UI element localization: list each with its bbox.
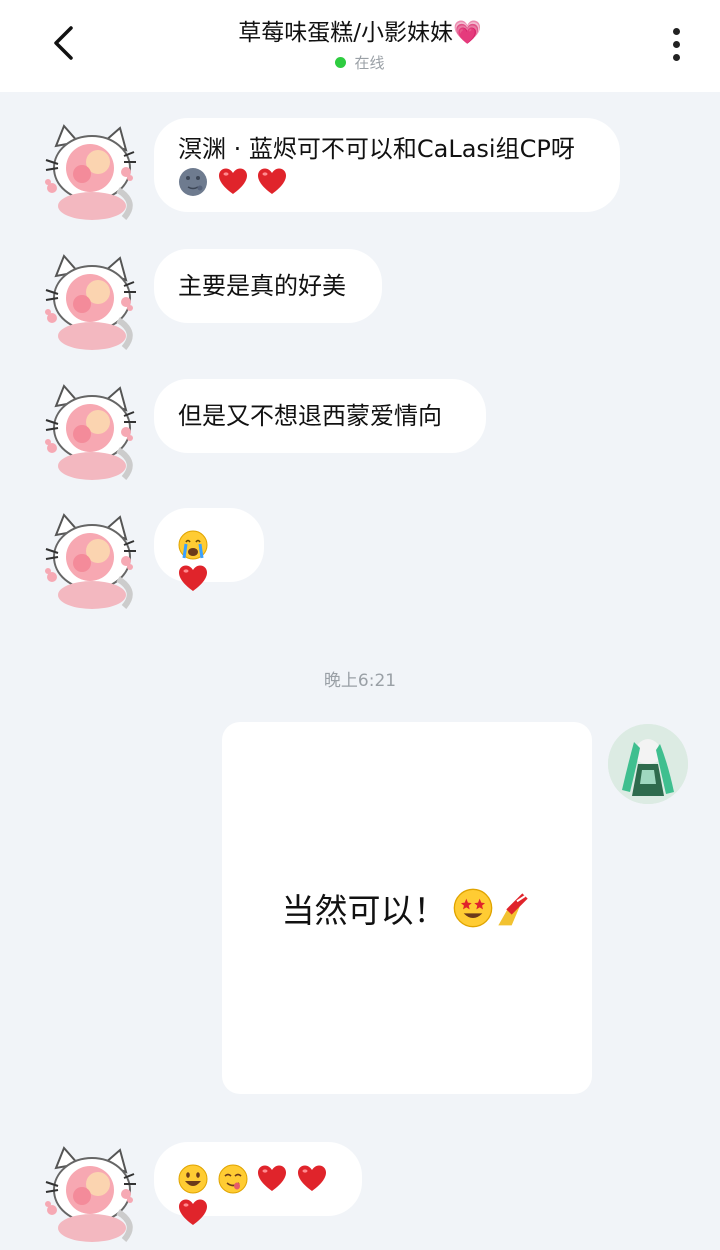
message-bubble[interactable]: 但是又不想退西蒙爱情向 — [154, 379, 486, 453]
message-bubble[interactable]: 溟渊 · 蓝烬可不可以和CaLasi组CP呀 — [154, 118, 620, 212]
message-text: 但是又不想退西蒙爱情向 — [178, 402, 442, 430]
crying-face-icon — [178, 530, 208, 560]
contact-name: 草莓味蛋糕/小影妹妹💗 — [238, 20, 482, 46]
my-avatar[interactable] — [608, 724, 688, 804]
cat-avatar-icon — [42, 505, 138, 613]
nail-polish-icon — [497, 893, 528, 926]
message-bubble[interactable] — [154, 1142, 362, 1225]
online-status: 在线 — [120, 52, 600, 73]
more-dot-icon — [672, 40, 680, 48]
message-bubble[interactable]: 主要是真的好美 — [154, 249, 382, 323]
yum-face-icon — [218, 1164, 248, 1194]
sent-message-card[interactable]: 当然可以！ — [222, 722, 592, 1094]
chat-header: 草莓味蛋糕/小影妹妹💗 在线 — [0, 0, 720, 92]
online-dot-icon — [335, 57, 347, 68]
red-heart-icon — [179, 1199, 207, 1225]
emoji-row — [178, 166, 596, 200]
grinning-face-icon — [178, 1164, 208, 1194]
cat-avatar-icon — [42, 1138, 138, 1246]
red-heart-icon — [258, 168, 287, 194]
star-struck-face-icon — [453, 888, 492, 928]
contact-avatar[interactable] — [42, 1138, 138, 1246]
red-heart-icon — [179, 565, 207, 591]
sent-message-text: 当然可以！ — [281, 891, 447, 930]
user-avatar-icon — [608, 724, 688, 804]
message-text: 主要是真的好美 — [178, 272, 346, 300]
more-dot-icon — [672, 53, 680, 61]
contact-info: 草莓味蛋糕/小影妹妹💗 在线 — [120, 18, 600, 73]
back-button[interactable] — [40, 20, 86, 66]
message-bubble[interactable] — [154, 508, 264, 591]
cat-avatar-icon — [42, 376, 138, 484]
chevron-left-icon — [54, 26, 73, 60]
contact-avatar[interactable] — [42, 246, 138, 354]
contact-avatar[interactable] — [42, 376, 138, 484]
red-heart-icon — [258, 1165, 287, 1191]
red-heart-icon — [218, 168, 247, 194]
online-status-label: 在线 — [354, 54, 385, 72]
contact-avatar[interactable] — [42, 116, 138, 224]
cat-avatar-icon — [42, 246, 138, 354]
more-options-button[interactable] — [656, 22, 696, 66]
more-dot-icon — [672, 27, 680, 35]
contact-avatar[interactable] — [42, 505, 138, 613]
red-heart-icon — [297, 1165, 326, 1191]
cat-avatar-icon — [42, 116, 138, 224]
moon-face-icon — [179, 168, 207, 196]
message-text: 溟渊 · 蓝烬可不可以和CaLasi组CP呀 — [178, 135, 575, 163]
message-timestamp: 晚上6:21 — [323, 671, 397, 691]
